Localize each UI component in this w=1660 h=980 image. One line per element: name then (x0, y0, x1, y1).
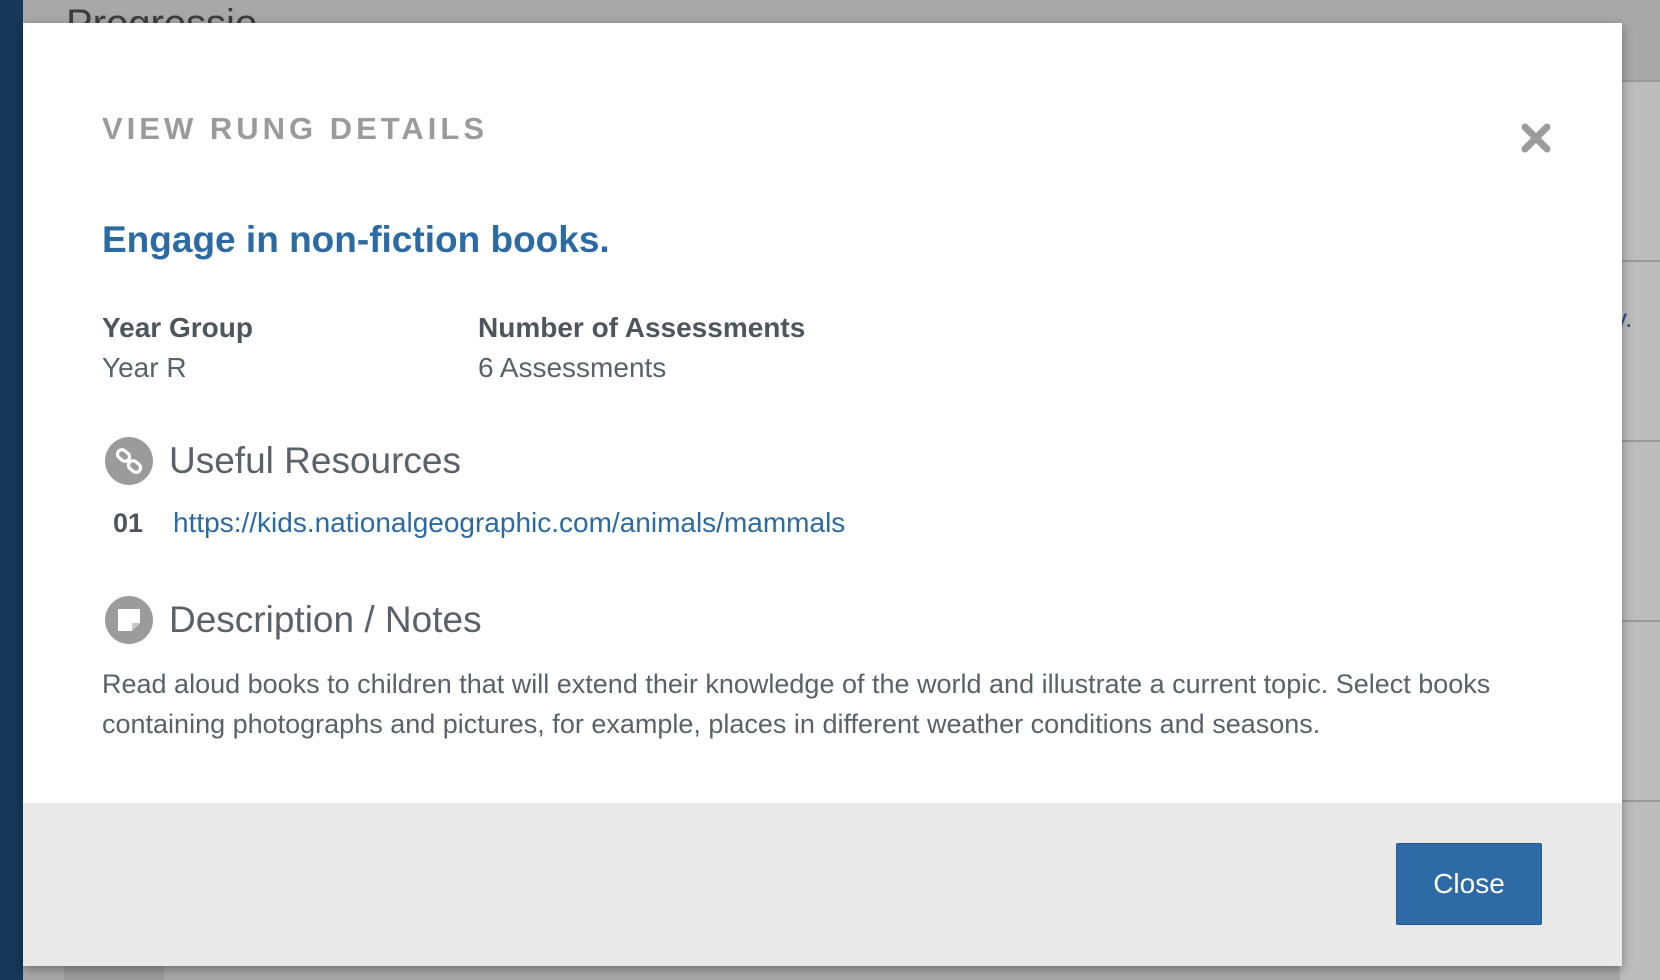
resource-link[interactable]: https://kids.nationalgeographic.com/anim… (173, 507, 845, 539)
background-sidebar (0, 0, 23, 980)
description-text: Read aloud books to children that will e… (102, 669, 1491, 739)
year-group-value: Year R (102, 352, 187, 383)
background-card (1620, 800, 1660, 980)
assessments-block: Number of Assessments 6 Assessments (478, 309, 805, 389)
year-group-block: Year Group Year R (102, 309, 253, 389)
list-item: 01 https://kids.nationalgeographic.com/a… (113, 507, 845, 539)
rung-name-heading: Engage in non-fiction books. (102, 219, 610, 260)
background-card (1620, 260, 1660, 442)
sticky-note-icon (105, 596, 153, 644)
link-icon (105, 437, 153, 485)
assessments-value: 6 Assessments (478, 352, 667, 383)
modal-footer: Close (23, 803, 1622, 966)
modal-body: VIEW RUNG DETAILS Engage in non-fiction … (23, 23, 1622, 803)
background-card (1620, 440, 1660, 622)
modal-title: VIEW RUNG DETAILS (102, 111, 489, 146)
background-card (1620, 620, 1660, 802)
year-group-label: Year Group (102, 312, 253, 343)
useful-resources-title: Useful Resources (169, 440, 462, 481)
assessments-label: Number of Assessments (478, 312, 806, 343)
description-notes-header: Description / Notes (105, 595, 482, 645)
useful-resources-header: Useful Resources (105, 436, 461, 486)
resource-number: 01 (113, 508, 144, 538)
close-x-icon[interactable] (1511, 113, 1561, 163)
close-button[interactable]: Close (1396, 843, 1542, 925)
rung-details-modal: VIEW RUNG DETAILS Engage in non-fiction … (23, 23, 1622, 966)
description-notes-title: Description / Notes (169, 599, 482, 640)
background-card (1620, 80, 1660, 262)
